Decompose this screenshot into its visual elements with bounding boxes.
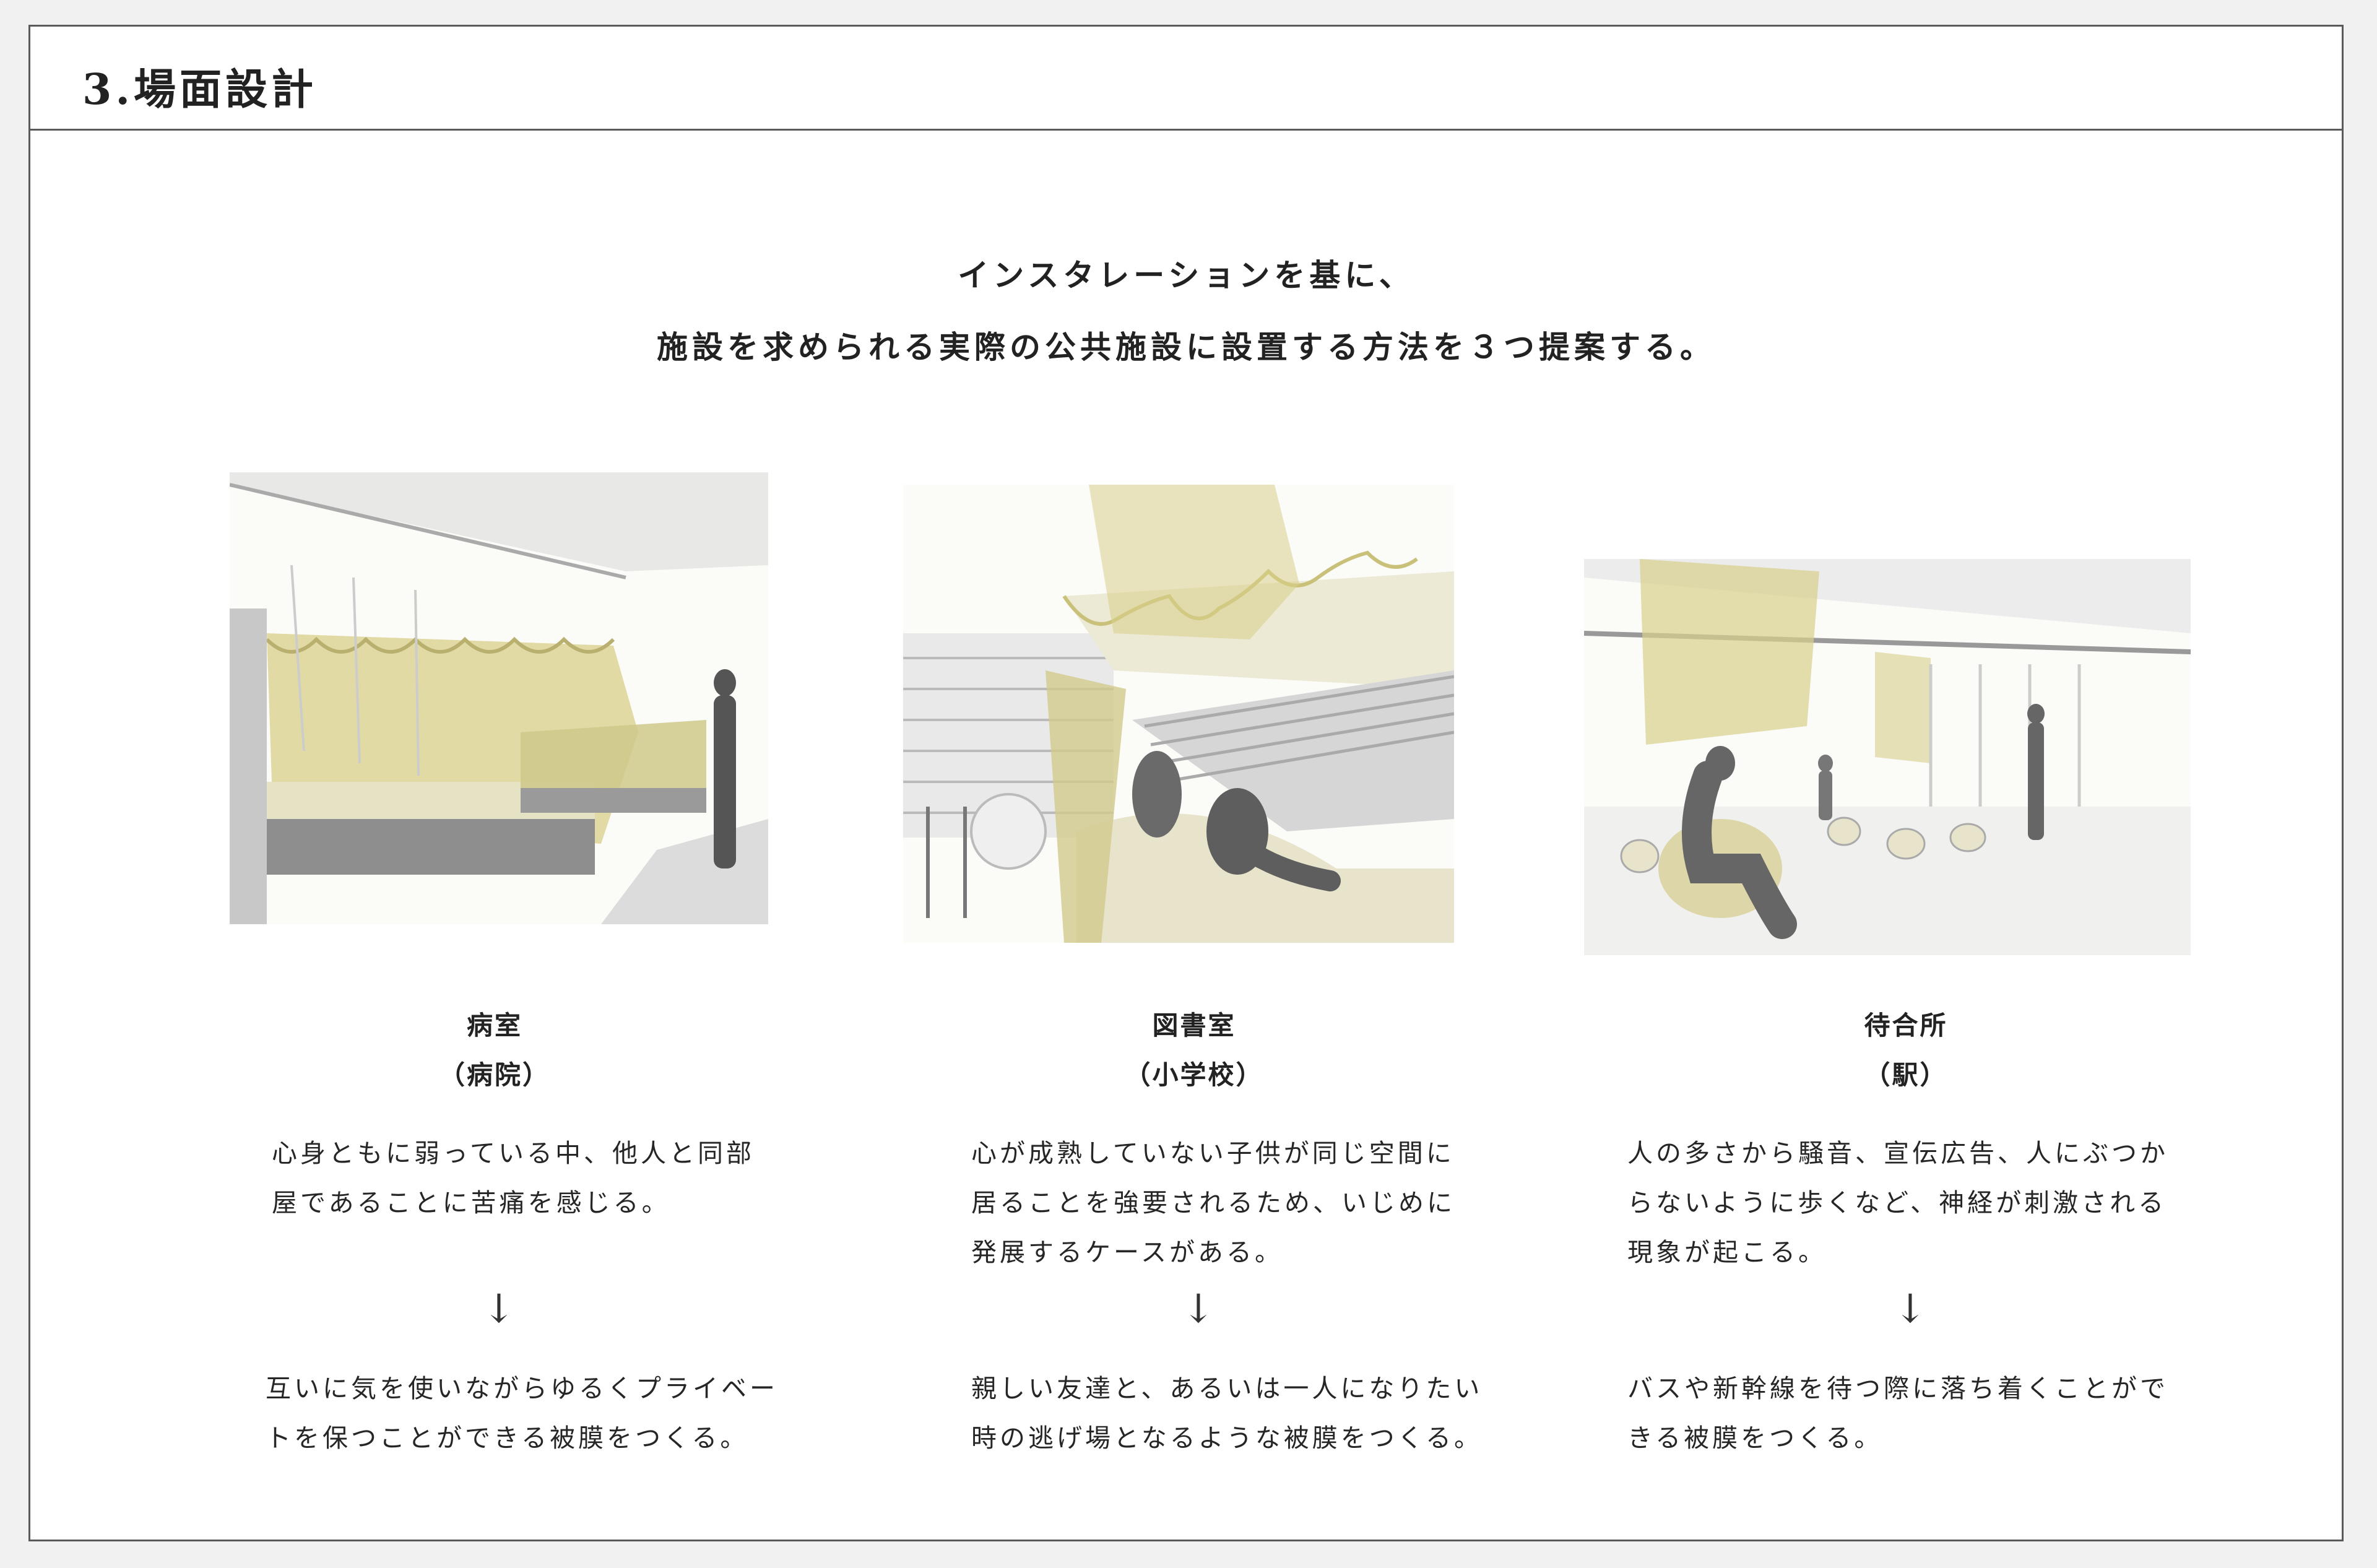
facility-name: （病院） <box>438 1060 550 1090</box>
down-arrow-icon: ↓ <box>482 1286 516 1332</box>
scene-hospital-room: 病室 （病院） 心身ともに弱っている中、他人と同部 屋であることに苦痛を感じる。… <box>204 27 786 1540</box>
facility-name: （駅） <box>1864 1060 1948 1090</box>
problem-text: 人の多さから騒音、宣伝広告、人にぶつか らないように歩くなど、神経が刺激される … <box>1627 1138 2168 1267</box>
place-name: 待合所 <box>1864 1010 1948 1041</box>
down-arrow-icon: ↓ <box>1894 1286 1927 1332</box>
problem-text: 心身ともに弱っている中、他人と同部 屋であることに苦痛を感じる。 <box>272 1138 755 1218</box>
hospital-room-sketch <box>230 472 768 924</box>
proposal-text: 親しい友達と、あるいは一人になりたい 時の逃げ場となるような被膜をつくる。 <box>971 1374 1483 1453</box>
waiting-room-sketch <box>1584 559 2191 955</box>
place-name: 病室 <box>466 1010 522 1041</box>
scene-library: 図書室 （小学校） 心が成熟していない子供が同じ空間に 居ることを強要されるため… <box>903 27 1485 1540</box>
down-arrow-icon: ↓ <box>1182 1286 1215 1332</box>
place-name: 図書室 <box>1152 1010 1236 1041</box>
proposal-text: 互いに気を使いながらゆるくプライベー トを保つことができる被膜をつくる。 <box>266 1374 778 1453</box>
scene-waiting-room: 待合所 （駅） 人の多さから騒音、宣伝広告、人にぶつか らないように歩くなど、神… <box>1584 27 2228 1540</box>
library-sketch <box>903 485 1454 943</box>
proposal-text: バスや新幹線を待つ際に落ち着くことがで きる被膜をつくる。 <box>1627 1374 2168 1453</box>
problem-text: 心が成熟していない子供が同じ空間に 居ることを強要されるため、いじめに 発展する… <box>971 1138 1455 1267</box>
facility-name: （小学校） <box>1124 1060 1264 1090</box>
presentation-sheet: 3.場面設計 インスタレーションを基に、 施設を求められる実際の公共施設に設置す… <box>28 25 2344 1541</box>
